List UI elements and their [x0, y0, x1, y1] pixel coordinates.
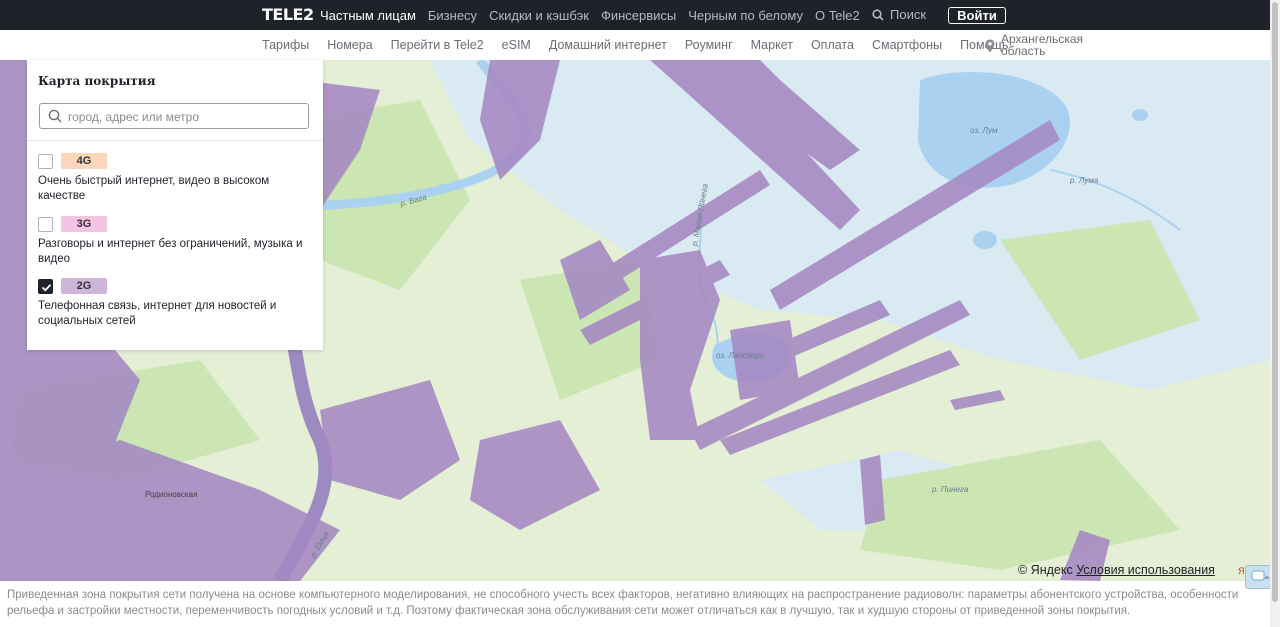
search-label: Поиск	[890, 7, 927, 22]
layer-2g-description: Телефонная связь, интернет для новостей …	[38, 300, 277, 327]
top-nav-black-on-white[interactable]: Черным по белому	[688, 8, 803, 23]
region-label: Архангельская область	[1001, 32, 1084, 58]
layer-3g-checkbox[interactable]	[38, 217, 53, 232]
label-river-luma: р. Лума	[1070, 176, 1099, 185]
search-button[interactable]: Поиск	[872, 7, 926, 22]
region-selector[interactable]: Архангельская область	[985, 33, 1091, 57]
layer-3g-description: Разговоры и интернет без ограничений, му…	[38, 238, 303, 265]
top-nav-private[interactable]: Частным лицам	[320, 8, 416, 23]
panel-title: Карта покрытия	[38, 74, 156, 88]
search-icon	[48, 109, 62, 123]
layer-2g-checkbox[interactable]	[38, 279, 53, 294]
lake	[1132, 109, 1148, 121]
top-nav-about[interactable]: О Tele2	[815, 8, 860, 23]
login-button[interactable]: Войти	[948, 7, 1006, 24]
top-bar: TELE2 Частным лицам Бизнесу Скидки и кэш…	[0, 0, 1270, 30]
coverage-disclaimer: Приведенная зона покрытия сети получена …	[7, 589, 1239, 617]
terms-link[interactable]: Условия использования	[1076, 563, 1215, 577]
subnav-switch[interactable]: Перейти в Tele2	[391, 38, 484, 52]
subnav-payment[interactable]: Оплата	[811, 38, 854, 52]
top-nav: Частным лицам Бизнесу Скидки и кэшбэк Фи…	[320, 0, 860, 30]
subnav-roaming[interactable]: Роуминг	[685, 38, 733, 52]
tele2-logo[interactable]: TELE2	[262, 5, 314, 24]
label-river-pinega: р. Пинега	[932, 485, 969, 494]
layer-4g-badge: 4G	[61, 153, 107, 169]
label-lake-lum: оз. Лум	[970, 126, 998, 135]
scrollbar-thumb[interactable]	[1272, 2, 1278, 602]
location-pin-icon	[985, 39, 995, 53]
layer-2g-badge: 2G	[61, 278, 107, 294]
map-attribution: © Яндекс Условия использования	[1018, 563, 1215, 577]
subnav-home-internet[interactable]: Домашний интернет	[549, 38, 667, 52]
panel-divider	[27, 140, 323, 141]
address-search-input[interactable]	[66, 107, 306, 127]
subnav-smartphones[interactable]: Смартфоны	[872, 38, 942, 52]
lake	[973, 231, 997, 249]
subnav-tariffs[interactable]: Тарифы	[262, 38, 309, 52]
coverage-panel: Карта покрытия 4G Очень быстрый интернет…	[27, 60, 323, 350]
layer-4g-description: Очень быстрый интернет, видео в высоком …	[38, 175, 270, 202]
checkmark-icon	[41, 284, 52, 292]
subnav-numbers[interactable]: Номера	[327, 38, 372, 52]
top-nav-discounts[interactable]: Скидки и кэшбэк	[489, 8, 589, 23]
sub-nav: Тарифы Номера Перейти в Tele2 eSIM Домаш…	[0, 30, 1270, 61]
subnav-market[interactable]: Маркет	[751, 38, 793, 52]
top-nav-finservices[interactable]: Финсервисы	[601, 8, 676, 23]
top-nav-business[interactable]: Бизнесу	[428, 8, 477, 23]
copyright-text: © Яндекс	[1018, 563, 1073, 577]
layer-3g-badge: 3G	[61, 216, 107, 232]
subnav-esim[interactable]: eSIM	[502, 38, 531, 52]
page-scrollbar[interactable]	[1270, 0, 1280, 627]
search-icon	[872, 8, 884, 21]
label-town-rodionovskaya: Родионовская	[145, 490, 198, 499]
layer-4g-checkbox[interactable]	[38, 154, 53, 169]
address-search[interactable]	[39, 103, 309, 129]
label-lake-lapozero: оз. Лапозеро	[716, 351, 765, 360]
